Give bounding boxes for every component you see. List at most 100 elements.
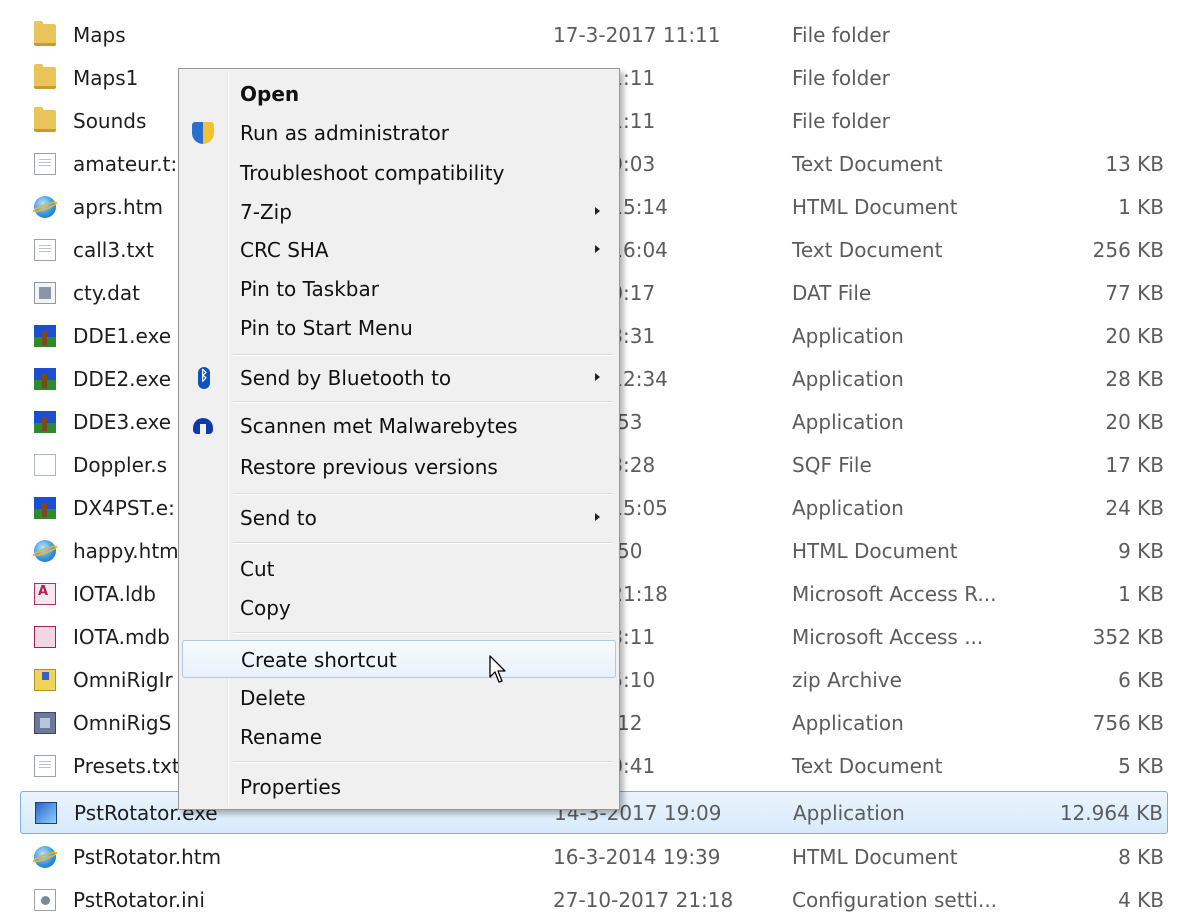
file-type: File folder <box>792 109 890 133</box>
file-name: DX4PST.e: <box>73 496 175 520</box>
file-size: 756 KB <box>1092 711 1164 735</box>
file-size: 4 KB <box>1118 888 1164 912</box>
file-name: PstRotator.htm <box>73 845 222 869</box>
file-type: Text Document <box>792 754 943 778</box>
file-type: DAT File <box>792 281 872 305</box>
menu-item-pin-to-start-menu[interactable]: Pin to Start Menu <box>182 309 616 347</box>
file-name: DDE1.exe <box>73 324 171 348</box>
application-icon <box>34 497 56 519</box>
file-name: Maps <box>73 23 126 47</box>
file-row-pstrotator-ini[interactable]: PstRotator.ini 27-10-2017 21:18 Configur… <box>20 879 1168 922</box>
menu-item-open[interactable]: Open <box>182 75 616 113</box>
file-size: 8 KB <box>1118 845 1164 869</box>
file-size: 1 KB <box>1118 582 1164 606</box>
html-file-icon <box>34 846 56 868</box>
file-date: 27-10-2017 21:18 <box>553 888 734 912</box>
menu-separator <box>233 493 613 495</box>
zip-archive-icon <box>34 669 56 691</box>
file-name: cty.dat <box>73 281 140 305</box>
menu-item-restore-previous-versions[interactable]: Restore previous versions <box>182 448 616 486</box>
menu-item-label: Scannen met Malwarebytes <box>240 414 518 438</box>
menu-separator <box>233 401 613 403</box>
menu-item-label: Properties <box>240 775 342 799</box>
menu-item-label: Pin to Start Menu <box>240 316 413 340</box>
menu-item-rename[interactable]: Rename <box>182 718 616 756</box>
submenu-arrow-icon <box>595 513 600 521</box>
file-type: zip Archive <box>792 668 902 692</box>
file-date: 16-3-2014 19:39 <box>553 845 721 869</box>
menu-separator <box>233 632 613 634</box>
file-name: PstRotator.ini <box>73 888 205 912</box>
malwarebytes-icon <box>192 415 214 437</box>
menu-item-cut[interactable]: Cut <box>182 550 616 588</box>
menu-item-send-to[interactable]: Send to <box>182 499 616 537</box>
file-name: DDE3.exe <box>73 410 171 434</box>
file-name: Maps1 <box>73 66 139 90</box>
menu-separator <box>233 761 613 763</box>
file-type: Application <box>792 410 904 434</box>
menu-item-label: Delete <box>240 686 306 710</box>
html-file-icon <box>34 196 56 218</box>
menu-item-pin-to-taskbar[interactable]: Pin to Taskbar <box>182 270 616 308</box>
file-name: call3.txt <box>73 238 154 262</box>
access-lock-icon <box>34 583 56 605</box>
menu-item-troubleshoot-compatibility[interactable]: Troubleshoot compatibility <box>182 154 616 192</box>
pstrotator-app-icon <box>35 802 57 824</box>
menu-item-copy[interactable]: Copy <box>182 589 616 627</box>
file-type: Application <box>792 496 904 520</box>
menu-item-delete[interactable]: Delete <box>182 679 616 717</box>
menu-item-send-by-bluetooth[interactable]: Send by Bluetooth to <box>182 359 616 397</box>
menu-item-label: Cut <box>240 557 275 581</box>
menu-item-create-shortcut[interactable]: Create shortcut <box>182 640 616 678</box>
file-type: HTML Document <box>792 539 958 563</box>
menu-separator <box>233 354 613 356</box>
file-name: IOTA.mdb <box>73 625 170 649</box>
setup-icon <box>34 712 56 734</box>
menu-item-run-as-administrator[interactable]: Run as administrator <box>182 114 616 152</box>
menu-item-label: Run as administrator <box>240 121 450 145</box>
dat-file-icon <box>34 282 56 304</box>
file-name: DDE2.exe <box>73 367 171 391</box>
menu-item-7zip[interactable]: 7-Zip <box>182 193 616 231</box>
file-size: 20 KB <box>1105 410 1164 434</box>
file-name: Presets.txt <box>73 754 180 778</box>
menu-item-label: 7-Zip <box>240 200 292 224</box>
file-size: 77 KB <box>1105 281 1164 305</box>
file-row-pstrotator-htm[interactable]: PstRotator.htm 16-3-2014 19:39 HTML Docu… <box>20 836 1168 879</box>
file-size: 6 KB <box>1118 668 1164 692</box>
folder-icon <box>34 107 56 132</box>
file-name: happy.htm <box>73 539 179 563</box>
file-type: SQF File <box>792 453 872 477</box>
file-row-maps[interactable]: Maps 17-3-2017 11:11 File folder <box>20 14 1168 57</box>
menu-item-crc-sha[interactable]: CRC SHA <box>182 231 616 269</box>
application-icon <box>34 368 56 390</box>
menu-separator <box>233 542 613 544</box>
html-file-icon <box>34 540 56 562</box>
file-size: 13 KB <box>1105 152 1164 176</box>
file-size: 5 KB <box>1118 754 1164 778</box>
folder-icon <box>34 64 56 89</box>
submenu-arrow-icon <box>595 373 600 381</box>
menu-item-label: Send to <box>240 506 317 530</box>
menu-item-label: Restore previous versions <box>240 455 498 479</box>
file-type: HTML Document <box>792 195 958 219</box>
file-date: 17-3-2017 11:11 <box>553 23 721 47</box>
application-icon <box>34 411 56 433</box>
file-size: 352 KB <box>1092 625 1164 649</box>
file-type: Application <box>793 801 905 825</box>
menu-item-label: CRC SHA <box>240 238 329 262</box>
menu-item-label: Create shortcut <box>241 648 397 672</box>
file-size: 20 KB <box>1105 324 1164 348</box>
file-size: 9 KB <box>1118 539 1164 563</box>
config-file-icon <box>34 889 56 911</box>
file-name: amateur.t: <box>73 152 178 176</box>
file-name: IOTA.ldb <box>73 582 156 606</box>
uac-shield-icon <box>192 122 214 144</box>
menu-item-properties[interactable]: Properties <box>182 768 616 806</box>
file-type: File folder <box>792 66 890 90</box>
file-type: Configuration setti... <box>792 888 998 912</box>
mouse-pointer-icon <box>489 655 506 683</box>
file-size: 12.964 KB <box>1059 801 1163 825</box>
menu-item-label: Rename <box>240 725 323 749</box>
menu-item-scan-malwarebytes[interactable]: Scannen met Malwarebytes <box>182 407 616 445</box>
